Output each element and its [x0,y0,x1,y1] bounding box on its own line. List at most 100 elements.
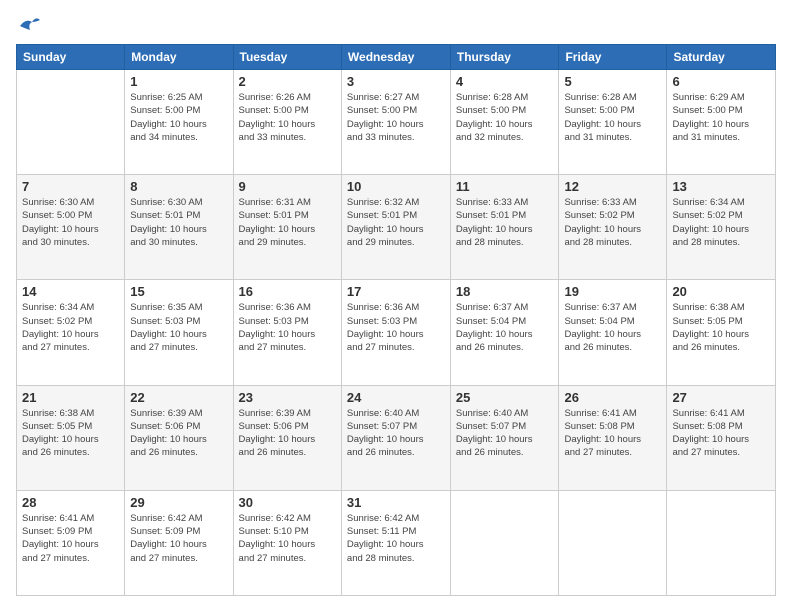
calendar-cell: 25 Sunrise: 6:40 AMSunset: 5:07 PMDayligh… [450,385,559,490]
day-number: 17 [347,284,445,299]
day-number: 2 [239,74,336,89]
day-info: Sunrise: 6:36 AMSunset: 5:03 PMDaylight:… [239,301,336,354]
day-number: 15 [130,284,227,299]
day-number: 10 [347,179,445,194]
calendar-cell: 11 Sunrise: 6:33 AMSunset: 5:01 PMDayligh… [450,175,559,280]
calendar-cell: 7Sunrise: 6:30 AMSunset: 5:00 PMDaylight… [17,175,125,280]
calendar-cell: 4Sunrise: 6:28 AMSunset: 5:00 PMDaylight… [450,70,559,175]
day-number: 29 [130,495,227,510]
day-info: Sunrise: 6:39 AMSunset: 5:06 PMDaylight:… [239,407,336,460]
day-info: Sunrise: 6:32 AMSunset: 5:01 PMDaylight:… [347,196,445,249]
day-info: Sunrise: 6:42 AMSunset: 5:09 PMDaylight:… [130,512,227,565]
calendar-cell [667,490,776,595]
week-row-4: 21 Sunrise: 6:38 AMSunset: 5:05 PMDayligh… [17,385,776,490]
day-info: Sunrise: 6:30 AMSunset: 5:00 PMDaylight:… [22,196,119,249]
day-header-sunday: Sunday [17,45,125,70]
day-info: Sunrise: 6:25 AMSunset: 5:00 PMDaylight:… [130,91,227,144]
day-info: Sunrise: 6:41 AMSunset: 5:08 PMDaylight:… [672,407,770,460]
day-number: 28 [22,495,119,510]
page: SundayMondayTuesdayWednesdayThursdayFrid… [0,0,792,612]
day-info: Sunrise: 6:34 AMSunset: 5:02 PMDaylight:… [22,301,119,354]
calendar-cell: 8 Sunrise: 6:30 AMSunset: 5:01 PMDaylight… [125,175,233,280]
day-info: Sunrise: 6:33 AMSunset: 5:02 PMDaylight:… [564,196,661,249]
day-info: Sunrise: 6:26 AMSunset: 5:00 PMDaylight:… [239,91,336,144]
calendar-cell: 29 Sunrise: 6:42 AMSunset: 5:09 PMDayligh… [125,490,233,595]
calendar-cell: 6 Sunrise: 6:29 AMSunset: 5:00 PMDaylight… [667,70,776,175]
week-row-5: 28 Sunrise: 6:41 AMSunset: 5:09 PMDayligh… [17,490,776,595]
day-number: 16 [239,284,336,299]
day-info: Sunrise: 6:40 AMSunset: 5:07 PMDaylight:… [456,407,554,460]
day-number: 31 [347,495,445,510]
calendar-header: SundayMondayTuesdayWednesdayThursdayFrid… [17,45,776,70]
day-number: 11 [456,179,554,194]
day-info: Sunrise: 6:35 AMSunset: 5:03 PMDaylight:… [130,301,227,354]
day-number: 18 [456,284,554,299]
day-info: Sunrise: 6:40 AMSunset: 5:07 PMDaylight:… [347,407,445,460]
calendar-cell: 5Sunrise: 6:28 AMSunset: 5:00 PMDaylight… [559,70,667,175]
logo [16,16,40,34]
day-info: Sunrise: 6:37 AMSunset: 5:04 PMDaylight:… [564,301,661,354]
week-row-2: 7Sunrise: 6:30 AMSunset: 5:00 PMDaylight… [17,175,776,280]
day-number: 19 [564,284,661,299]
day-header-friday: Friday [559,45,667,70]
calendar-cell: 24Sunrise: 6:40 AMSunset: 5:07 PMDayligh… [341,385,450,490]
day-number: 30 [239,495,336,510]
day-number: 21 [22,390,119,405]
calendar-cell: 21 Sunrise: 6:38 AMSunset: 5:05 PMDayligh… [17,385,125,490]
day-info: Sunrise: 6:34 AMSunset: 5:02 PMDaylight:… [672,196,770,249]
logo-bird-icon [18,16,40,34]
day-header-tuesday: Tuesday [233,45,341,70]
day-info: Sunrise: 6:37 AMSunset: 5:04 PMDaylight:… [456,301,554,354]
calendar-cell: 19 Sunrise: 6:37 AMSunset: 5:04 PMDayligh… [559,280,667,385]
day-info: Sunrise: 6:41 AMSunset: 5:09 PMDaylight:… [22,512,119,565]
calendar-cell: 22Sunrise: 6:39 AMSunset: 5:06 PMDayligh… [125,385,233,490]
calendar-cell: 30Sunrise: 6:42 AMSunset: 5:10 PMDayligh… [233,490,341,595]
header [16,16,776,34]
calendar: SundayMondayTuesdayWednesdayThursdayFrid… [16,44,776,596]
calendar-cell: 15 Sunrise: 6:35 AMSunset: 5:03 PMDayligh… [125,280,233,385]
calendar-cell: 17 Sunrise: 6:36 AMSunset: 5:03 PMDayligh… [341,280,450,385]
day-info: Sunrise: 6:30 AMSunset: 5:01 PMDaylight:… [130,196,227,249]
day-info: Sunrise: 6:29 AMSunset: 5:00 PMDaylight:… [672,91,770,144]
day-number: 3 [347,74,445,89]
day-header-saturday: Saturday [667,45,776,70]
day-number: 8 [130,179,227,194]
day-number: 14 [22,284,119,299]
day-info: Sunrise: 6:31 AMSunset: 5:01 PMDaylight:… [239,196,336,249]
calendar-cell: 20 Sunrise: 6:38 AMSunset: 5:05 PMDayligh… [667,280,776,385]
day-info: Sunrise: 6:39 AMSunset: 5:06 PMDaylight:… [130,407,227,460]
day-info: Sunrise: 6:33 AMSunset: 5:01 PMDaylight:… [456,196,554,249]
day-info: Sunrise: 6:27 AMSunset: 5:00 PMDaylight:… [347,91,445,144]
calendar-cell: 27 Sunrise: 6:41 AMSunset: 5:08 PMDayligh… [667,385,776,490]
calendar-cell: 9 Sunrise: 6:31 AMSunset: 5:01 PMDaylight… [233,175,341,280]
day-header-thursday: Thursday [450,45,559,70]
day-info: Sunrise: 6:41 AMSunset: 5:08 PMDaylight:… [564,407,661,460]
day-number: 26 [564,390,661,405]
day-info: Sunrise: 6:28 AMSunset: 5:00 PMDaylight:… [564,91,661,144]
day-header-monday: Monday [125,45,233,70]
day-number: 9 [239,179,336,194]
day-info: Sunrise: 6:38 AMSunset: 5:05 PMDaylight:… [672,301,770,354]
calendar-cell [17,70,125,175]
calendar-cell: 2 Sunrise: 6:26 AMSunset: 5:00 PMDaylight… [233,70,341,175]
week-row-3: 14 Sunrise: 6:34 AMSunset: 5:02 PMDayligh… [17,280,776,385]
day-info: Sunrise: 6:36 AMSunset: 5:03 PMDaylight:… [347,301,445,354]
day-number: 1 [130,74,227,89]
day-number: 27 [672,390,770,405]
calendar-cell: 3 Sunrise: 6:27 AMSunset: 5:00 PMDaylight… [341,70,450,175]
calendar-cell [559,490,667,595]
day-info: Sunrise: 6:38 AMSunset: 5:05 PMDaylight:… [22,407,119,460]
day-number: 6 [672,74,770,89]
day-header-wednesday: Wednesday [341,45,450,70]
calendar-body: 1 Sunrise: 6:25 AMSunset: 5:00 PMDaylight… [17,70,776,596]
calendar-cell: 14 Sunrise: 6:34 AMSunset: 5:02 PMDayligh… [17,280,125,385]
day-number: 23 [239,390,336,405]
calendar-cell: 26 Sunrise: 6:41 AMSunset: 5:08 PMDayligh… [559,385,667,490]
day-info: Sunrise: 6:42 AMSunset: 5:11 PMDaylight:… [347,512,445,565]
day-info: Sunrise: 6:28 AMSunset: 5:00 PMDaylight:… [456,91,554,144]
day-number: 25 [456,390,554,405]
day-number: 20 [672,284,770,299]
calendar-cell: 31 Sunrise: 6:42 AMSunset: 5:11 PMDayligh… [341,490,450,595]
calendar-table: SundayMondayTuesdayWednesdayThursdayFrid… [16,44,776,596]
calendar-cell: 28 Sunrise: 6:41 AMSunset: 5:09 PMDayligh… [17,490,125,595]
